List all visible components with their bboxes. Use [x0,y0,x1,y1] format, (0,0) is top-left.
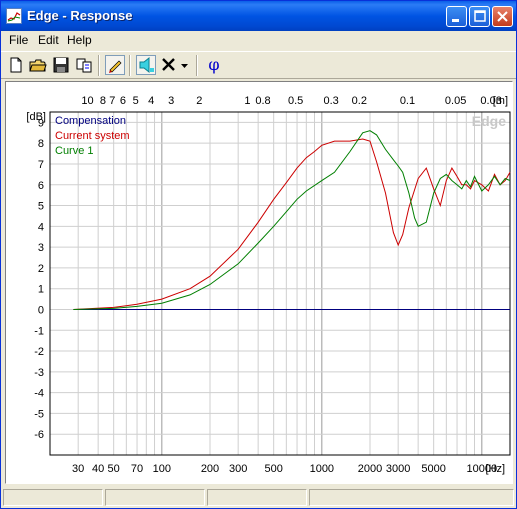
top-tick-label: 3 [168,95,174,107]
top-tick-label: 0.1 [400,95,415,107]
title-bar[interactable]: Edge - Response [1,1,516,31]
top-tick-label: 6 [120,95,126,107]
legend-entry: Current system [55,130,130,142]
y-tick-label: 8 [38,138,44,150]
y-tick-label: 0 [38,304,44,316]
series-line-2 [73,130,511,310]
top-tick-label: 5 [133,95,139,107]
x-tick-label: 70 [131,463,143,475]
menu-file[interactable]: File [9,33,28,47]
status-panel-4 [309,489,514,506]
pencil-icon[interactable] [105,55,125,75]
series-line-1 [73,138,511,310]
chart-axes: 9876543210-1-2-3-4-5-6[dB]30 40 50 70 100 200… [26,95,511,475]
top-tick-label: 7 [109,95,115,107]
y-tick-label: 7 [38,159,44,171]
top-axis-unit: [m] [493,95,508,107]
chart-panel[interactable]: 9 8 7 6 5 4 3 2 1 0 -1 -2 -3 -4 -5 -6 [dB] 30 40 50 70 100 200… [5,81,513,484]
y-tick-label: 1 [38,284,44,296]
y-tick-label: 2 [38,263,44,275]
y-axis-label: [dB] [26,111,46,123]
x-tick-label: 2000 [358,463,382,475]
menu-bar: File Edit Help [1,31,516,49]
x-tick-label: 200 [201,463,219,475]
x-tick-label: 500 [264,463,282,475]
chart-legend: Compensation Current system Curve 1 [55,115,130,157]
y-tick-label: 6 [38,180,44,192]
y-tick-label: -6 [34,429,44,441]
open-folder-icon[interactable] [28,55,48,75]
x-tick-label: 100 [153,463,171,475]
save-icon[interactable] [51,55,71,75]
x-tick-label: 40 [92,463,104,475]
toolbar-separator [98,55,100,76]
copy-icon[interactable] [74,55,94,75]
close-button[interactable] [492,6,513,27]
top-tick-label: 0.8 [255,95,270,107]
phi-icon[interactable]: φ [204,55,224,75]
plot-border [49,111,511,456]
top-tick-label: 0.2 [352,95,367,107]
new-file-icon[interactable] [6,55,26,75]
x-tick-label: 30 [72,463,84,475]
top-tick-label: 0.5 [288,95,303,107]
top-tick-label: 1 [244,95,250,107]
top-tick-label: 4 [148,95,154,107]
menu-edit[interactable]: Edit [38,33,59,47]
chart-watermark: Edge [472,113,506,129]
y-tick-label: -2 [34,346,44,358]
toolbar: φ [1,51,516,79]
status-panel-2 [105,489,205,506]
dropdown-arrow-icon[interactable] [179,55,191,75]
top-tick-label: 2 [196,95,202,107]
x-tick-label: 300 [229,463,247,475]
y-tick-label: 3 [38,242,44,254]
toolbar-separator [196,55,198,76]
menu-help[interactable]: Help [67,33,92,47]
app-window: Edge - Response File Edit Help φ 9 8 7 6… [0,0,517,509]
toolbar-separator [129,55,131,76]
legend-entry: Curve 1 [55,145,94,157]
maximize-button[interactable] [469,6,490,27]
minimize-button[interactable] [446,6,467,27]
chart-grid [49,112,510,455]
y-tick-label: -5 [34,408,44,420]
x-axis-unit: [Hz] [485,463,505,475]
y-tick-label: 4 [38,221,44,233]
status-panel-1 [3,489,103,506]
y-tick-label: -4 [34,388,44,400]
y-tick-label: -3 [34,367,44,379]
x-tick-label: 3000 [386,463,410,475]
top-tick-label: 10 [81,95,93,107]
top-tick-label: 0.05 [445,95,466,107]
top-tick-label: 0.3 [323,95,338,107]
response-chart[interactable]: 9876543210-1-2-3-4-5-6[dB]30 40 50 70 100 200… [6,82,512,483]
window-title: Edge - Response [27,8,133,23]
top-tick-label: 8 [100,95,106,107]
x-tick-label: 5000 [421,463,445,475]
status-bar [1,487,516,508]
speaker-icon[interactable] [136,55,156,75]
app-icon [6,8,22,24]
y-tick-label: 5 [38,201,44,213]
chart-series [73,130,511,310]
x-tick-label: 50 [108,463,120,475]
status-panel-3 [207,489,307,506]
delete-icon[interactable] [159,55,179,75]
y-tick-label: -1 [34,325,44,337]
legend-entry: Compensation [55,115,126,127]
x-tick-label: 1000 [310,463,334,475]
